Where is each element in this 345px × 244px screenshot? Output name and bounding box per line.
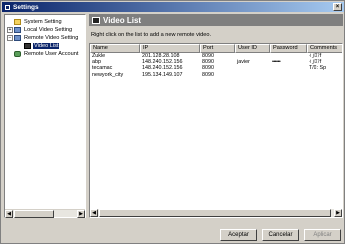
panel-header: Video List [89, 14, 343, 26]
person-icon [14, 51, 21, 57]
accept-button[interactable]: Aceptar [220, 229, 257, 241]
column-header[interactable]: Name [90, 44, 140, 53]
column-header[interactable]: Port [200, 44, 235, 53]
window-title: Settings [13, 3, 39, 11]
table-scroll-thumb[interactable] [99, 209, 331, 217]
scroll-right-button[interactable]: ▶ [77, 210, 85, 218]
title-bar[interactable]: Settings × [2, 2, 344, 12]
tree-item-label: Local Video Setting [24, 27, 73, 33]
video-list-panel: Video List Right click on the list to ad… [89, 14, 343, 218]
scroll-thumb[interactable] [14, 210, 54, 218]
close-button[interactable]: × [333, 3, 342, 11]
tree-item-label: Remote Video Setting [24, 35, 79, 41]
panel-title: Video List [103, 15, 142, 25]
table-scroll-left-button[interactable]: ◀ [90, 209, 98, 217]
folder-icon [14, 19, 21, 25]
tree-horizontal-scrollbar[interactable]: ◀ ▶ [5, 209, 85, 218]
tree-item[interactable]: System Setting [5, 18, 85, 26]
settings-window: Settings × System Setting + Local Video Se… [0, 0, 345, 244]
table-header: Name IP Port User ID Password Comments [90, 44, 342, 53]
table-cell: newyork_city [92, 71, 124, 78]
tree-item[interactable]: + Local Video Setting [5, 26, 85, 34]
table-row[interactable]: newyork_city 195.134.149.107 8090 [90, 71, 342, 78]
table-scroll-right-button[interactable]: ▶ [334, 209, 342, 217]
tree-item-label: Video List [33, 43, 60, 49]
table-horizontal-scrollbar[interactable]: ◀ ▶ [90, 209, 342, 217]
tree-item-label: System Setting [24, 19, 62, 25]
table-cell [235, 72, 270, 78]
scroll-left-button[interactable]: ◀ [5, 210, 13, 218]
table-cell: 8090 [202, 71, 214, 78]
tree-list: System Setting + Local Video Setting − Remot… [5, 15, 85, 209]
tree-item[interactable]: Video List [5, 42, 85, 50]
table-cell: 195.134.149.107 [142, 71, 183, 78]
collapse-icon[interactable]: − [7, 35, 13, 41]
table-body: Zukle 201.128.28.108 8090 ｨ｣ﾛｧf abp 148.240.1… [90, 53, 342, 78]
video-list-table[interactable]: Name IP Port User ID Password Comments Zukle 2… [89, 43, 343, 218]
apply-button[interactable]: Aplicar [304, 229, 341, 241]
hint-text: Right click on the list to add a new rem… [91, 32, 212, 38]
column-header[interactable]: Comments [307, 44, 342, 53]
monitor-icon [14, 35, 21, 41]
tree-item[interactable]: − Remote Video Setting [5, 34, 85, 42]
expand-icon[interactable]: + [7, 27, 13, 33]
monitor-icon [14, 27, 21, 33]
film-icon [24, 43, 31, 49]
tree-item-label: Remote User Account [24, 51, 79, 57]
table-cell [270, 72, 307, 78]
tree-item[interactable]: Remote User Account [5, 50, 85, 58]
column-header[interactable]: IP [140, 44, 200, 53]
settings-tree[interactable]: System Setting + Local Video Setting − Remot… [4, 14, 86, 218]
app-icon [4, 3, 11, 11]
column-header[interactable]: User ID [235, 44, 270, 53]
film-icon [92, 16, 100, 24]
column-header[interactable]: Password [270, 44, 307, 53]
cancel-button[interactable]: Cancelar [262, 229, 299, 241]
table-cell [307, 72, 342, 78]
